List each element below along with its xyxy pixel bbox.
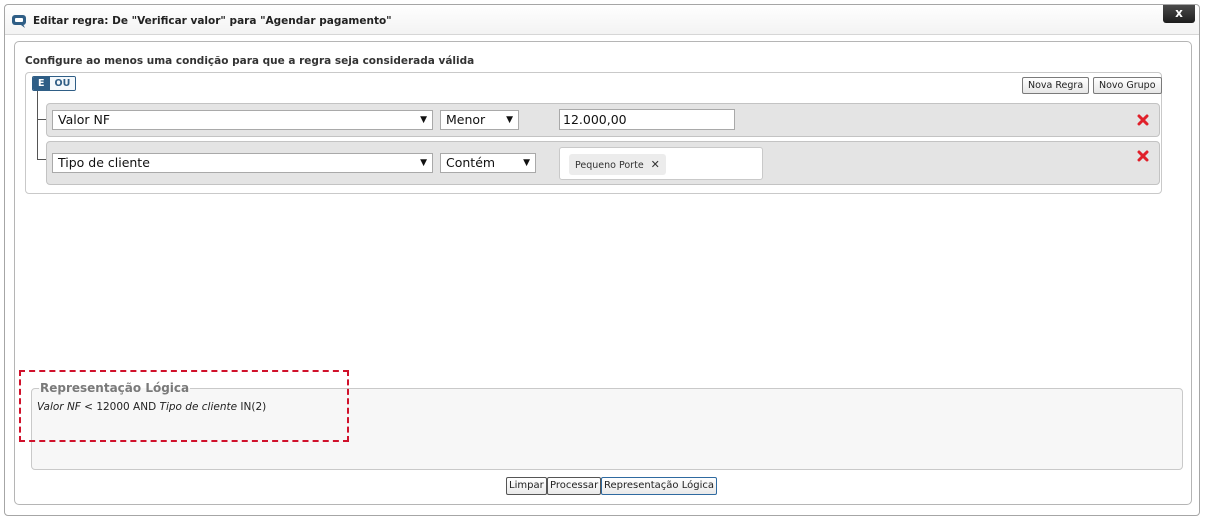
dropdown-arrow-icon: ▼ bbox=[506, 115, 513, 125]
toggle-and-button[interactable]: E bbox=[33, 77, 50, 90]
operator-select-value: Contém bbox=[446, 155, 496, 170]
value-input[interactable]: 12.000,00 bbox=[559, 109, 735, 130]
rule-row: Valor NF ▼ Menor ▼ 12.000,00 bbox=[46, 103, 1160, 137]
dropdown-arrow-icon: ▼ bbox=[420, 115, 427, 125]
new-rule-button[interactable]: Nova Regra bbox=[1022, 77, 1090, 94]
instructions-text: Configure ao menos uma condição para que… bbox=[25, 55, 475, 67]
rule-row: Tipo de cliente ▼ Contém ▼ Pequeno Porte… bbox=[46, 141, 1160, 185]
tree-connector bbox=[37, 91, 38, 159]
field-select[interactable]: Valor NF ▼ bbox=[52, 110, 433, 130]
delete-rule-icon[interactable] bbox=[1137, 150, 1149, 162]
logic-toggle: E OU bbox=[32, 76, 77, 91]
field-select[interactable]: Tipo de cliente ▼ bbox=[52, 153, 433, 173]
toggle-or-button[interactable]: OU bbox=[49, 77, 76, 90]
delete-rule-icon[interactable] bbox=[1137, 114, 1149, 126]
dropdown-arrow-icon: ▼ bbox=[420, 158, 427, 168]
remove-tag-icon[interactable]: ✕ bbox=[651, 158, 660, 171]
logic-representation-button[interactable]: Representação Lógica bbox=[601, 477, 717, 495]
chat-bubble-icon bbox=[12, 15, 26, 28]
condition-group: E OU Nova Regra Novo Grupo Valor NF ▼ Me… bbox=[25, 72, 1162, 194]
new-group-button[interactable]: Novo Grupo bbox=[1093, 77, 1162, 94]
field-select-value: Tipo de cliente bbox=[58, 155, 150, 170]
operator-select[interactable]: Contém ▼ bbox=[440, 153, 536, 173]
dropdown-arrow-icon: ▼ bbox=[523, 158, 530, 168]
operator-select[interactable]: Menor ▼ bbox=[440, 110, 519, 130]
dialog-title: Editar regra: De "Verificar valor" para … bbox=[33, 15, 392, 27]
close-button[interactable]: x bbox=[1163, 5, 1195, 23]
tag-label: Pequeno Porte bbox=[575, 160, 644, 171]
clear-button[interactable]: Limpar bbox=[506, 477, 547, 495]
tag-input[interactable]: Pequeno Porte ✕ bbox=[559, 147, 763, 180]
selected-tag: Pequeno Porte ✕ bbox=[569, 154, 666, 175]
field-select-value: Valor NF bbox=[58, 112, 111, 127]
dialog-titlebar: Editar regra: De "Verificar valor" para … bbox=[5, 5, 1199, 35]
process-button[interactable]: Processar bbox=[547, 477, 602, 495]
operator-select-value: Menor bbox=[446, 112, 486, 127]
highlight-annotation bbox=[19, 370, 349, 442]
